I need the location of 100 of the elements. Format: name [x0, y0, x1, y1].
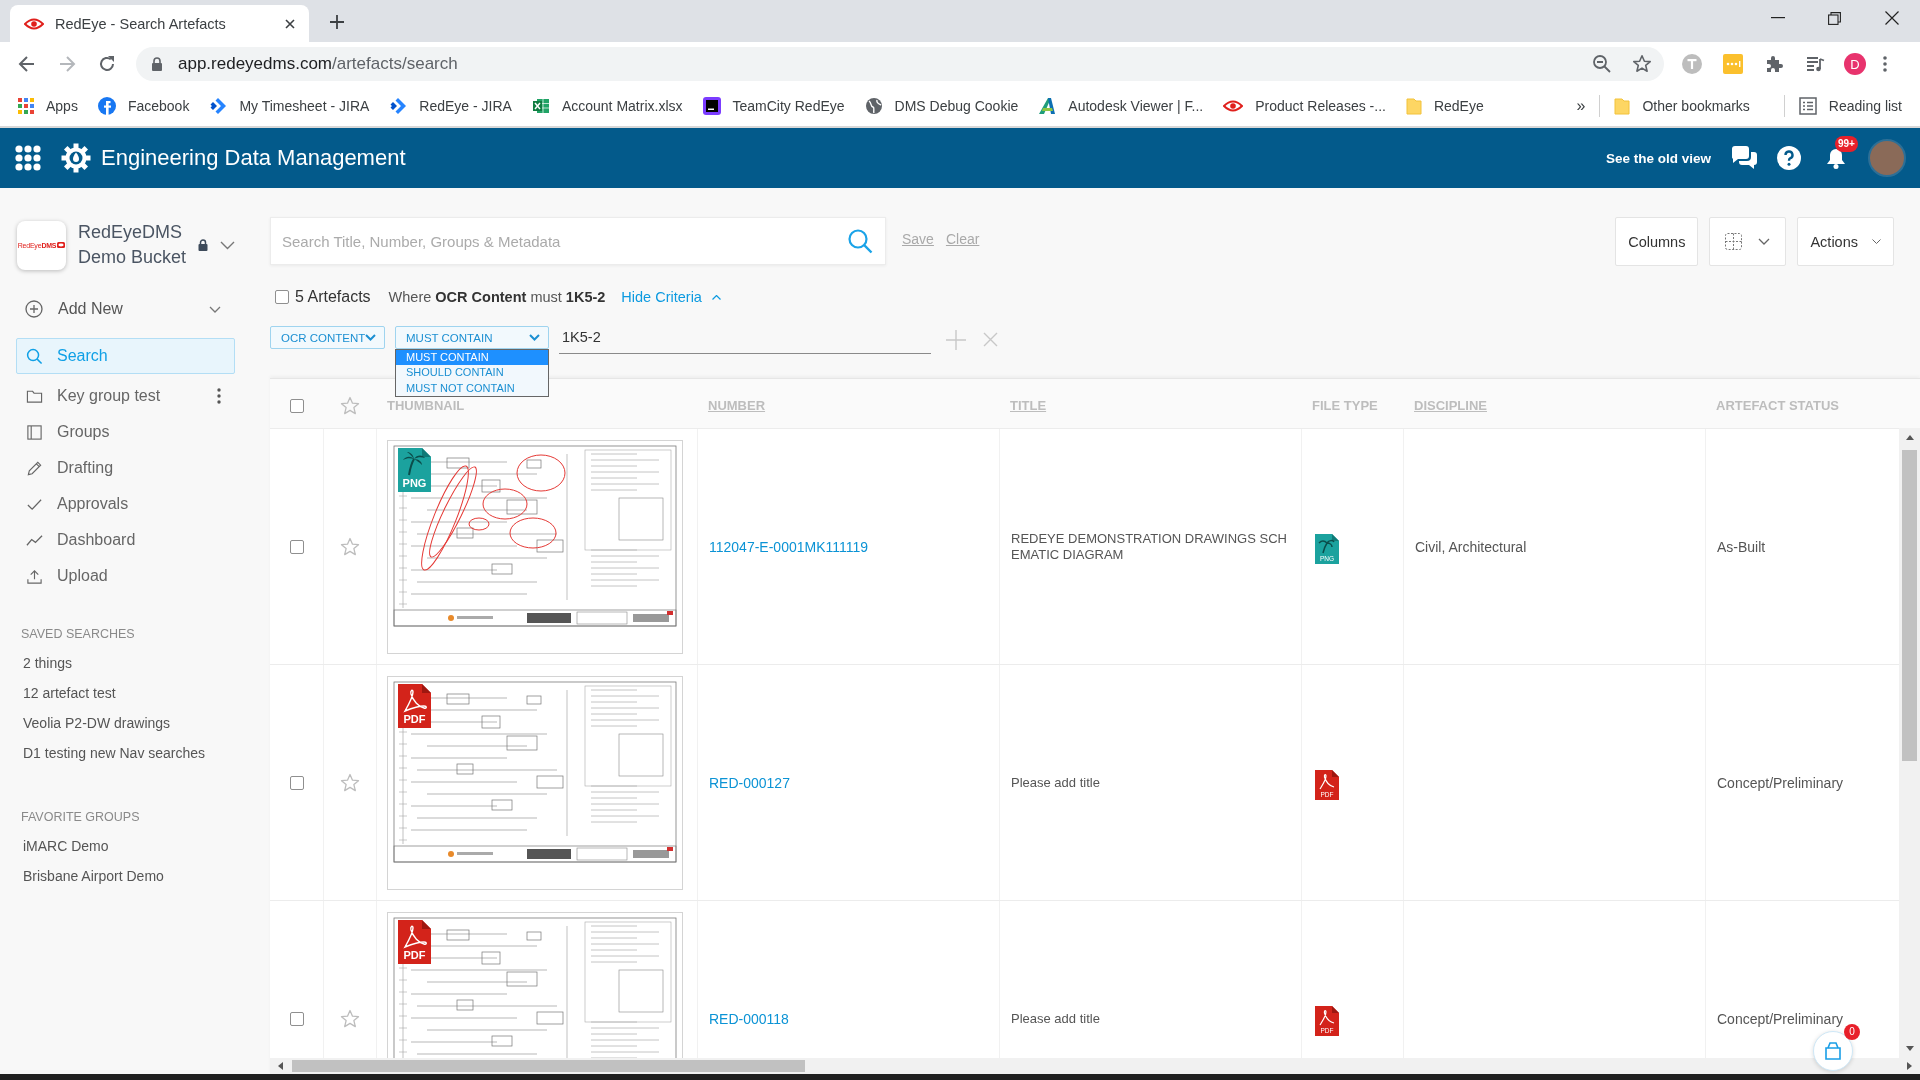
result-count: 5 Artefacts: [295, 288, 371, 306]
star-icon[interactable]: [339, 395, 360, 416]
app-grid-icon[interactable]: [15, 145, 41, 171]
nav-item[interactable]: Dashboard: [16, 522, 235, 558]
checkbox[interactable]: [275, 290, 289, 304]
app-title: Engineering Data Management: [101, 145, 406, 171]
back-arrow-icon[interactable]: [17, 54, 37, 74]
artefact-title: REDEYE DEMONSTRATION DRAWINGS SCHEMATIC DIAGRAM: [1011, 530, 1288, 563]
add-new-button[interactable]: Add New: [0, 296, 255, 322]
favorite-group-link[interactable]: Brisbane Airport Demo: [0, 861, 255, 891]
checkbox[interactable]: [289, 1011, 304, 1026]
spreadsheet-icon: [531, 97, 550, 115]
close-icon[interactable]: [285, 18, 295, 29]
search-icon[interactable]: [847, 228, 873, 254]
scrollbar-thumb[interactable]: [1902, 450, 1917, 761]
bookmark-link[interactable]: Account Matrix.xlsx: [531, 97, 683, 115]
bookmark-link[interactable]: Product Releases -...: [1223, 98, 1386, 114]
chevron-down-icon: [529, 334, 540, 341]
more-icon[interactable]: [217, 388, 221, 404]
profile-avatar[interactable]: D: [1844, 53, 1866, 75]
chat-bubbles-icon[interactable]: [1730, 146, 1758, 170]
file-type-label: PNG: [401, 476, 428, 489]
bookmark-folder-link[interactable]: Other bookmarks: [1614, 97, 1750, 115]
nav-item[interactable]: Groups: [16, 414, 235, 450]
schematic-drawing[interactable]: [387, 675, 683, 890]
vertical-scrollbar[interactable]: [1899, 428, 1920, 1058]
star-icon[interactable]: [340, 1008, 360, 1029]
nav-item[interactable]: Upload: [16, 558, 235, 594]
bookmark-link[interactable]: DMS Debug Cookie: [864, 97, 1019, 115]
minimize-icon[interactable]: [1770, 17, 1785, 19]
chevron-down-icon: [1758, 238, 1771, 245]
plus-icon[interactable]: [330, 15, 344, 29]
address-bar[interactable]: app.redeyedms.com/artefacts/search: [136, 47, 1664, 81]
bookmark-link[interactable]: My Timesheet - JIRA: [209, 97, 370, 115]
view-toggle-button[interactable]: [1709, 217, 1787, 266]
saved-search-link[interactable]: 12 artefact test: [0, 678, 255, 708]
restore-icon[interactable]: [1828, 11, 1841, 25]
dots-extension-icon[interactable]: [1723, 54, 1743, 74]
search-field[interactable]: Search Title, Number, Groups & Metadata: [270, 217, 886, 265]
arrow-up-icon[interactable]: [1905, 435, 1914, 440]
nav-item[interactable]: Key group test: [16, 378, 235, 414]
bookmark-link[interactable]: RedEye: [1405, 97, 1484, 115]
bookmark-link[interactable]: Autodesk Viewer | F...: [1038, 97, 1204, 115]
image-file-icon: [1315, 534, 1339, 564]
bookmark-link[interactable]: RedEye - JIRA: [389, 97, 512, 115]
arrow-down-icon[interactable]: [1905, 1046, 1914, 1051]
chevron-down-icon[interactable]: [220, 240, 235, 250]
grid-icon: [1725, 233, 1743, 250]
star-icon[interactable]: [1632, 54, 1652, 74]
arrows-logo-icon: [209, 97, 228, 115]
artefact-title: Please add title: [1011, 1010, 1101, 1027]
checkbox[interactable]: [289, 398, 304, 413]
gear-logo-icon: [61, 143, 91, 173]
browser-tab[interactable]: RedEye - Search Artefacts: [10, 5, 309, 42]
bookmark-link[interactable]: Apps: [18, 98, 78, 114]
chevron-down-icon[interactable]: [209, 305, 221, 313]
file-type-label: PDF: [402, 948, 427, 961]
bookmark-link[interactable]: TeamCity RedEye: [702, 97, 845, 115]
reload-icon[interactable]: [97, 54, 117, 74]
saved-search-link[interactable]: Veolia P2-DW drawings: [0, 708, 255, 738]
help-icon[interactable]: [1777, 146, 1801, 170]
section-heading: SAVED SEARCHES: [20, 626, 136, 643]
saved-search-link[interactable]: D1 testing new Nav searches: [0, 738, 255, 768]
section-heading: FAVORITE GROUPS: [20, 809, 141, 826]
star-icon[interactable]: [340, 536, 360, 557]
square-logo-icon: [702, 97, 721, 115]
arrow-left-icon[interactable]: [278, 1062, 283, 1070]
horizontal-scrollbar[interactable]: [270, 1058, 1920, 1074]
favorite-group-link[interactable]: iMARC Demo: [0, 831, 255, 861]
url-text[interactable]: app.redeyedms.com/artefacts/search: [178, 54, 458, 74]
columns-button[interactable]: Columns: [1615, 217, 1699, 266]
pdf-file-icon: [1315, 1006, 1339, 1036]
reading-list-button[interactable]: Reading list: [1798, 97, 1902, 115]
saved-search-link[interactable]: 2 things: [0, 648, 255, 678]
arrow-right-icon[interactable]: [1907, 1062, 1912, 1070]
checkbox[interactable]: [289, 775, 304, 790]
close-icon[interactable]: [1884, 11, 1899, 25]
artefact-number-link[interactable]: RED-000127: [709, 774, 790, 791]
puzzle-icon[interactable]: [1764, 54, 1784, 74]
file-type-label: PDF: [402, 712, 427, 725]
zoom-out-icon[interactable]: [1592, 54, 1612, 74]
value-field[interactable]: 1K5-2: [559, 326, 931, 354]
column-header: FILE TYPE: [1312, 399, 1378, 412]
media-queue-icon[interactable]: [1805, 54, 1825, 74]
schematic-drawing[interactable]: [387, 439, 683, 654]
nav-item[interactable]: Drafting: [16, 450, 235, 486]
bookmarks-overflow-button[interactable]: »: [1576, 97, 1586, 115]
folder-icon: [1614, 97, 1631, 115]
actions-button[interactable]: Actions: [1797, 217, 1894, 266]
bucket-name[interactable]: RedEyeDMS Demo Bucket: [78, 220, 194, 270]
checkbox[interactable]: [289, 539, 304, 554]
scrollbar-thumb[interactable]: [292, 1060, 805, 1072]
star-icon[interactable]: [340, 772, 360, 793]
search-icon: [26, 347, 43, 365]
nav-item[interactable]: Approvals: [16, 486, 235, 522]
old-view-link[interactable]: See the old view: [1605, 150, 1711, 166]
bell-icon[interactable]: [1826, 146, 1846, 170]
more-icon[interactable]: [1883, 56, 1887, 72]
bookmark-link[interactable]: Facebook: [97, 97, 190, 115]
apps-grid-icon: [18, 98, 34, 114]
